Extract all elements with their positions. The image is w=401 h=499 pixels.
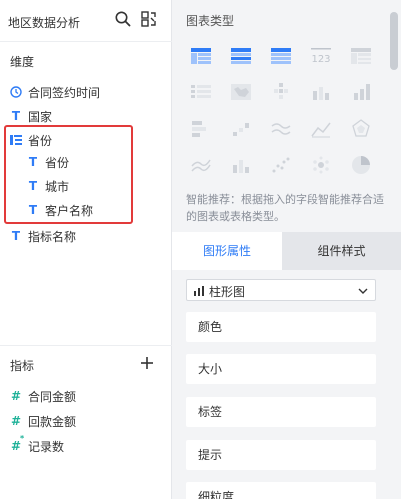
prop-granularity[interactable]: 细粒度 (186, 482, 376, 499)
field-panel: 地区数据分析 维度 合同签约时间 T 国家 省份 T 省份 T 城市 T 客户名… (0, 0, 172, 499)
properties-body: 柱形图 颜色 大小 标签 提示 细粒度 (172, 270, 401, 499)
detail-table-icon[interactable] (270, 45, 292, 67)
list-chart-icon[interactable] (190, 81, 212, 103)
map-chart-icon[interactable] (230, 81, 252, 103)
field-label: 指标名称 (28, 229, 77, 244)
hierarchy-highlight-box (4, 125, 133, 224)
prop-color[interactable]: 颜色 (186, 312, 376, 342)
scrollbar[interactable] (390, 12, 398, 70)
tab-component-style[interactable]: 组件样式 (282, 232, 401, 270)
panel-header: 地区数据分析 (0, 0, 172, 42)
table-chart-icon[interactable] (190, 45, 212, 67)
metrics-title: 指标 (10, 359, 35, 373)
field-label: 记录数 (28, 439, 65, 454)
field-metric-name[interactable]: T 指标名称 (10, 226, 76, 246)
line-chart-icon[interactable] (270, 118, 292, 140)
bubble-chart-icon[interactable] (310, 154, 332, 176)
chart-type-select[interactable]: 柱形图 (186, 279, 376, 301)
field-contract-amount[interactable]: # 合同金额 (10, 386, 76, 406)
multi-line-chart-icon[interactable] (190, 154, 212, 176)
number-type-icon: # (10, 389, 22, 403)
pie-chart-icon[interactable] (350, 154, 372, 176)
svg-text:123: 123 (311, 54, 330, 65)
bar-chart-icon (193, 285, 205, 297)
property-tabs: 图形属性 组件样式 (172, 232, 401, 270)
text-type-icon: T (11, 109, 21, 123)
config-panel: 图表类型 123 智能推荐：根据拖入的字段智能推荐合适的图表或表格类型。 图形属… (172, 0, 401, 499)
chevron-down-icon (357, 285, 369, 297)
dimensions-title: 维度 (10, 55, 35, 69)
combo-chart-icon[interactable] (230, 154, 252, 176)
dataset-title: 地区数据分析 (8, 16, 81, 30)
waterfall-chart-icon[interactable] (230, 118, 252, 140)
field-record-count[interactable]: # * 记录数 (10, 434, 65, 456)
field-label: 回款金额 (28, 414, 77, 429)
prop-label[interactable]: 标签 (186, 397, 376, 427)
smart-recommend-hint: 智能推荐：根据拖入的字段智能推荐合适的图表或表格类型。 (186, 193, 384, 223)
switch-dataset-icon[interactable] (140, 10, 158, 28)
tab-graphic-properties[interactable]: 图形属性 (172, 232, 282, 270)
radar-chart-icon[interactable] (350, 118, 372, 140)
cross-table-icon[interactable] (350, 45, 372, 67)
add-icon[interactable] (140, 356, 154, 370)
kpi-number-icon[interactable]: 123 (310, 45, 332, 67)
field-country[interactable]: T 国家 (10, 106, 52, 126)
count-type-icon: # * (10, 434, 25, 453)
stacked-bar-chart-icon[interactable] (310, 81, 332, 103)
bar-chart-icon[interactable] (350, 81, 372, 103)
field-payment-amount[interactable]: # 回款金额 (10, 411, 76, 431)
chart-type-value: 柱形图 (209, 285, 246, 299)
scatter-chart-icon[interactable] (270, 154, 292, 176)
chart-type-title: 图表类型 (186, 14, 235, 28)
grouped-table-icon[interactable] (230, 45, 252, 67)
field-label: 合同签约时间 (28, 85, 101, 100)
number-type-icon: # (10, 414, 22, 428)
field-contract-date[interactable]: 合同签约时间 (10, 82, 100, 102)
area-chart-icon[interactable] (310, 118, 332, 140)
clock-icon (10, 84, 22, 100)
heatmap-chart-icon[interactable] (270, 81, 292, 103)
section-divider (0, 345, 172, 346)
field-label: 国家 (28, 109, 53, 124)
horizontal-bar-icon[interactable] (190, 118, 212, 140)
field-label: 合同金额 (28, 389, 77, 404)
prop-size[interactable]: 大小 (186, 354, 376, 384)
text-type-icon: T (11, 229, 21, 243)
prop-tooltip[interactable]: 提示 (186, 440, 376, 470)
search-icon[interactable] (114, 10, 132, 28)
